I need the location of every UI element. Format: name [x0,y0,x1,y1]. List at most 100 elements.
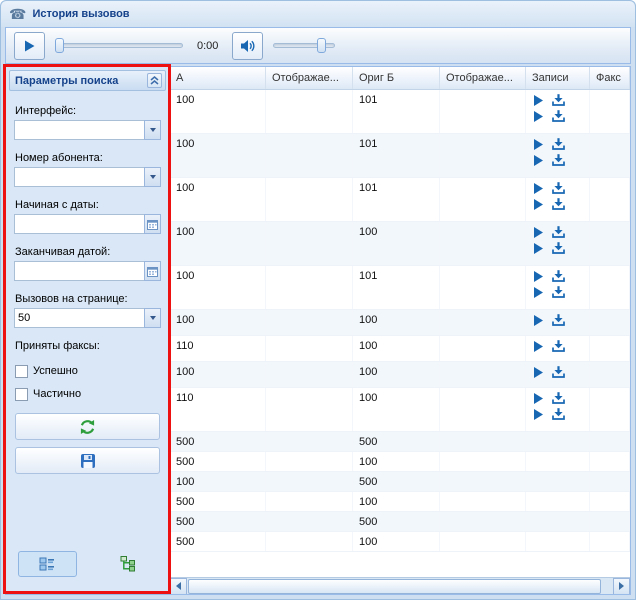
play-record-icon[interactable] [534,341,543,352]
calendar-icon[interactable] [144,261,161,281]
cell-display-a [266,178,353,221]
main-area: Параметры поиска Интерфейс: Номер абонен… [5,66,631,595]
download-record-icon[interactable] [552,94,565,106]
checkbox-icon[interactable] [15,365,28,378]
scroll-track[interactable] [187,578,613,595]
date-to-field[interactable] [14,261,144,281]
table-row[interactable]: 500500 [170,432,630,452]
play-record-icon[interactable] [534,367,543,378]
download-record-icon[interactable] [552,226,565,238]
table-row[interactable]: 100101 [170,90,630,134]
collapse-panel-icon[interactable] [147,73,162,88]
refresh-button[interactable] [15,413,160,440]
play-record-icon[interactable] [534,227,543,238]
checkbox-icon[interactable] [15,388,28,401]
table-row[interactable]: 500100 [170,452,630,472]
scroll-left-button[interactable] [170,578,187,595]
interface-select[interactable] [14,120,144,140]
download-record-icon[interactable] [552,408,565,420]
scroll-right-button[interactable] [613,578,630,595]
column-header[interactable]: Ориг Б [353,67,440,89]
play-record-icon[interactable] [534,183,543,194]
cell-display-a [266,266,353,309]
table-row[interactable]: 110100 [170,336,630,362]
cell-display-a [266,362,353,387]
seek-thumb[interactable] [55,38,64,53]
play-record-icon[interactable] [534,95,543,106]
subscriber-label: Номер абонента: [15,152,160,164]
cell-display-b [440,178,526,221]
download-record-icon[interactable] [552,286,565,298]
table-row[interactable]: 110100 [170,388,630,432]
table-row[interactable]: 100500 [170,472,630,492]
save-button[interactable] [15,447,160,474]
play-record-icon[interactable] [534,155,543,166]
table-row[interactable]: 100100 [170,222,630,266]
table-row[interactable]: 500100 [170,532,630,552]
cell-records [526,222,590,265]
table-row[interactable]: 100101 [170,178,630,222]
column-header[interactable]: Отображае... [266,67,353,89]
fax-partial-checkbox[interactable]: Частично [15,387,160,401]
play-record-icon[interactable] [534,287,543,298]
cell-a: 100 [170,266,266,309]
volume-thumb[interactable] [317,38,326,53]
download-record-icon[interactable] [552,270,565,282]
details-view-button[interactable] [18,551,77,577]
seek-track[interactable] [55,43,183,48]
tree-view-icon [120,556,136,572]
column-header[interactable]: А [170,67,266,89]
cell-display-a [266,432,353,451]
download-record-icon[interactable] [552,154,565,166]
play-record-icon[interactable] [534,243,543,254]
download-record-icon[interactable] [552,138,565,150]
play-record-icon[interactable] [534,111,543,122]
download-record-icon[interactable] [552,198,565,210]
seek-slider[interactable] [55,38,183,53]
cell-orig-b: 100 [353,310,440,335]
tree-view-button[interactable] [99,551,158,577]
date-from-field[interactable] [14,214,144,234]
play-record-icon[interactable] [534,271,543,282]
column-header[interactable]: Записи [526,67,590,89]
download-record-icon[interactable] [552,242,565,254]
volume-track[interactable] [273,43,335,48]
refresh-icon [79,419,96,435]
cell-fax [590,362,630,387]
speaker-icon [240,39,256,53]
subscriber-select[interactable] [14,167,144,187]
calendar-icon[interactable] [144,214,161,234]
column-header[interactable]: Факс [590,67,630,89]
table-row[interactable]: 500500 [170,512,630,532]
chevron-down-icon[interactable] [144,167,161,187]
column-header[interactable]: Отображае... [440,67,526,89]
download-record-icon[interactable] [552,366,565,378]
play-record-icon[interactable] [534,139,543,150]
download-record-icon[interactable] [552,314,565,326]
download-record-icon[interactable] [552,110,565,122]
scroll-thumb[interactable] [188,579,601,594]
chevron-down-icon[interactable] [144,120,161,140]
play-record-icon[interactable] [534,315,543,326]
download-record-icon[interactable] [552,340,565,352]
table-row[interactable]: 500100 [170,492,630,512]
horizontal-scrollbar[interactable] [170,577,630,594]
volume-button[interactable] [232,32,263,60]
fax-success-checkbox[interactable]: Успешно [15,364,160,378]
chevron-down-icon[interactable] [144,308,161,328]
download-record-icon[interactable] [552,182,565,194]
play-record-icon[interactable] [534,409,543,420]
table-row[interactable]: 100101 [170,134,630,178]
table-row[interactable]: 100101 [170,266,630,310]
download-record-icon[interactable] [552,392,565,404]
volume-slider[interactable] [273,38,335,53]
table-row[interactable]: 100100 [170,362,630,388]
play-button[interactable] [14,32,45,60]
call-history-window: ☎ История вызовов 0:00 Параметры поиска [0,0,636,600]
cell-fax [590,336,630,361]
table-row[interactable]: 100100 [170,310,630,336]
cell-display-b [440,362,526,387]
play-record-icon[interactable] [534,393,543,404]
play-record-icon[interactable] [534,199,543,210]
per-page-select[interactable] [14,308,144,328]
